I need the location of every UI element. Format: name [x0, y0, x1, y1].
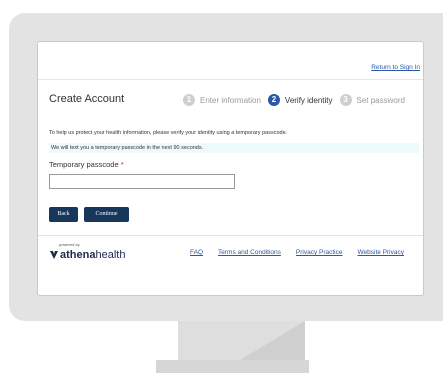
step-number: 1 — [183, 94, 195, 106]
step-label: Verify identity — [284, 95, 333, 105]
page-title: Create Account — [49, 93, 125, 105]
step-set-password: 3 Set password — [339, 94, 405, 106]
privacy-practice-link[interactable]: Privacy Practice — [296, 249, 343, 256]
website-privacy-link[interactable]: Website Privacy — [358, 249, 404, 256]
terms-link[interactable]: Terms and Conditions — [218, 249, 281, 256]
required-marker: * — [120, 160, 124, 169]
footer-divider — [38, 235, 423, 236]
intro-text: To help us protect your health informati… — [49, 130, 288, 136]
step-number: 3 — [339, 94, 352, 106]
powered-by-text: powered by — [59, 242, 80, 247]
continue-button[interactable]: Continue — [84, 207, 129, 222]
athenahealth-logo: athena health — [49, 249, 125, 261]
faq-link[interactable]: FAQ — [190, 249, 203, 256]
athena-leaf-icon — [50, 251, 58, 259]
back-button[interactable]: Back — [49, 207, 78, 222]
monitor-base — [156, 360, 309, 373]
logo-bold: athena — [60, 249, 96, 261]
temporary-passcode-input[interactable] — [49, 174, 235, 189]
logo-rest: health — [95, 249, 126, 261]
step-enter-information: 1 Enter information — [183, 94, 261, 106]
step-number: 2 — [267, 94, 280, 106]
passcode-label-text: Temporary passcode — [49, 160, 119, 169]
return-to-sign-in-link[interactable]: Return to Sign In — [371, 64, 420, 71]
passcode-label: Temporary passcode * — [49, 160, 124, 169]
step-verify-identity: 2 Verify identity — [267, 94, 333, 106]
passcode-notice: We will text you a temporary passcode in… — [49, 143, 419, 153]
top-bar: Return to Sign In — [38, 42, 423, 80]
step-label: Set password — [356, 95, 405, 105]
step-label: Enter information — [200, 95, 261, 105]
footer-links: FAQ Terms and Conditions Privacy Practic… — [190, 249, 419, 256]
screen: Return to Sign In Create Account 1 Enter… — [37, 41, 424, 296]
progress-steps: 1 Enter information 2 Verify identity 3 … — [183, 93, 412, 107]
